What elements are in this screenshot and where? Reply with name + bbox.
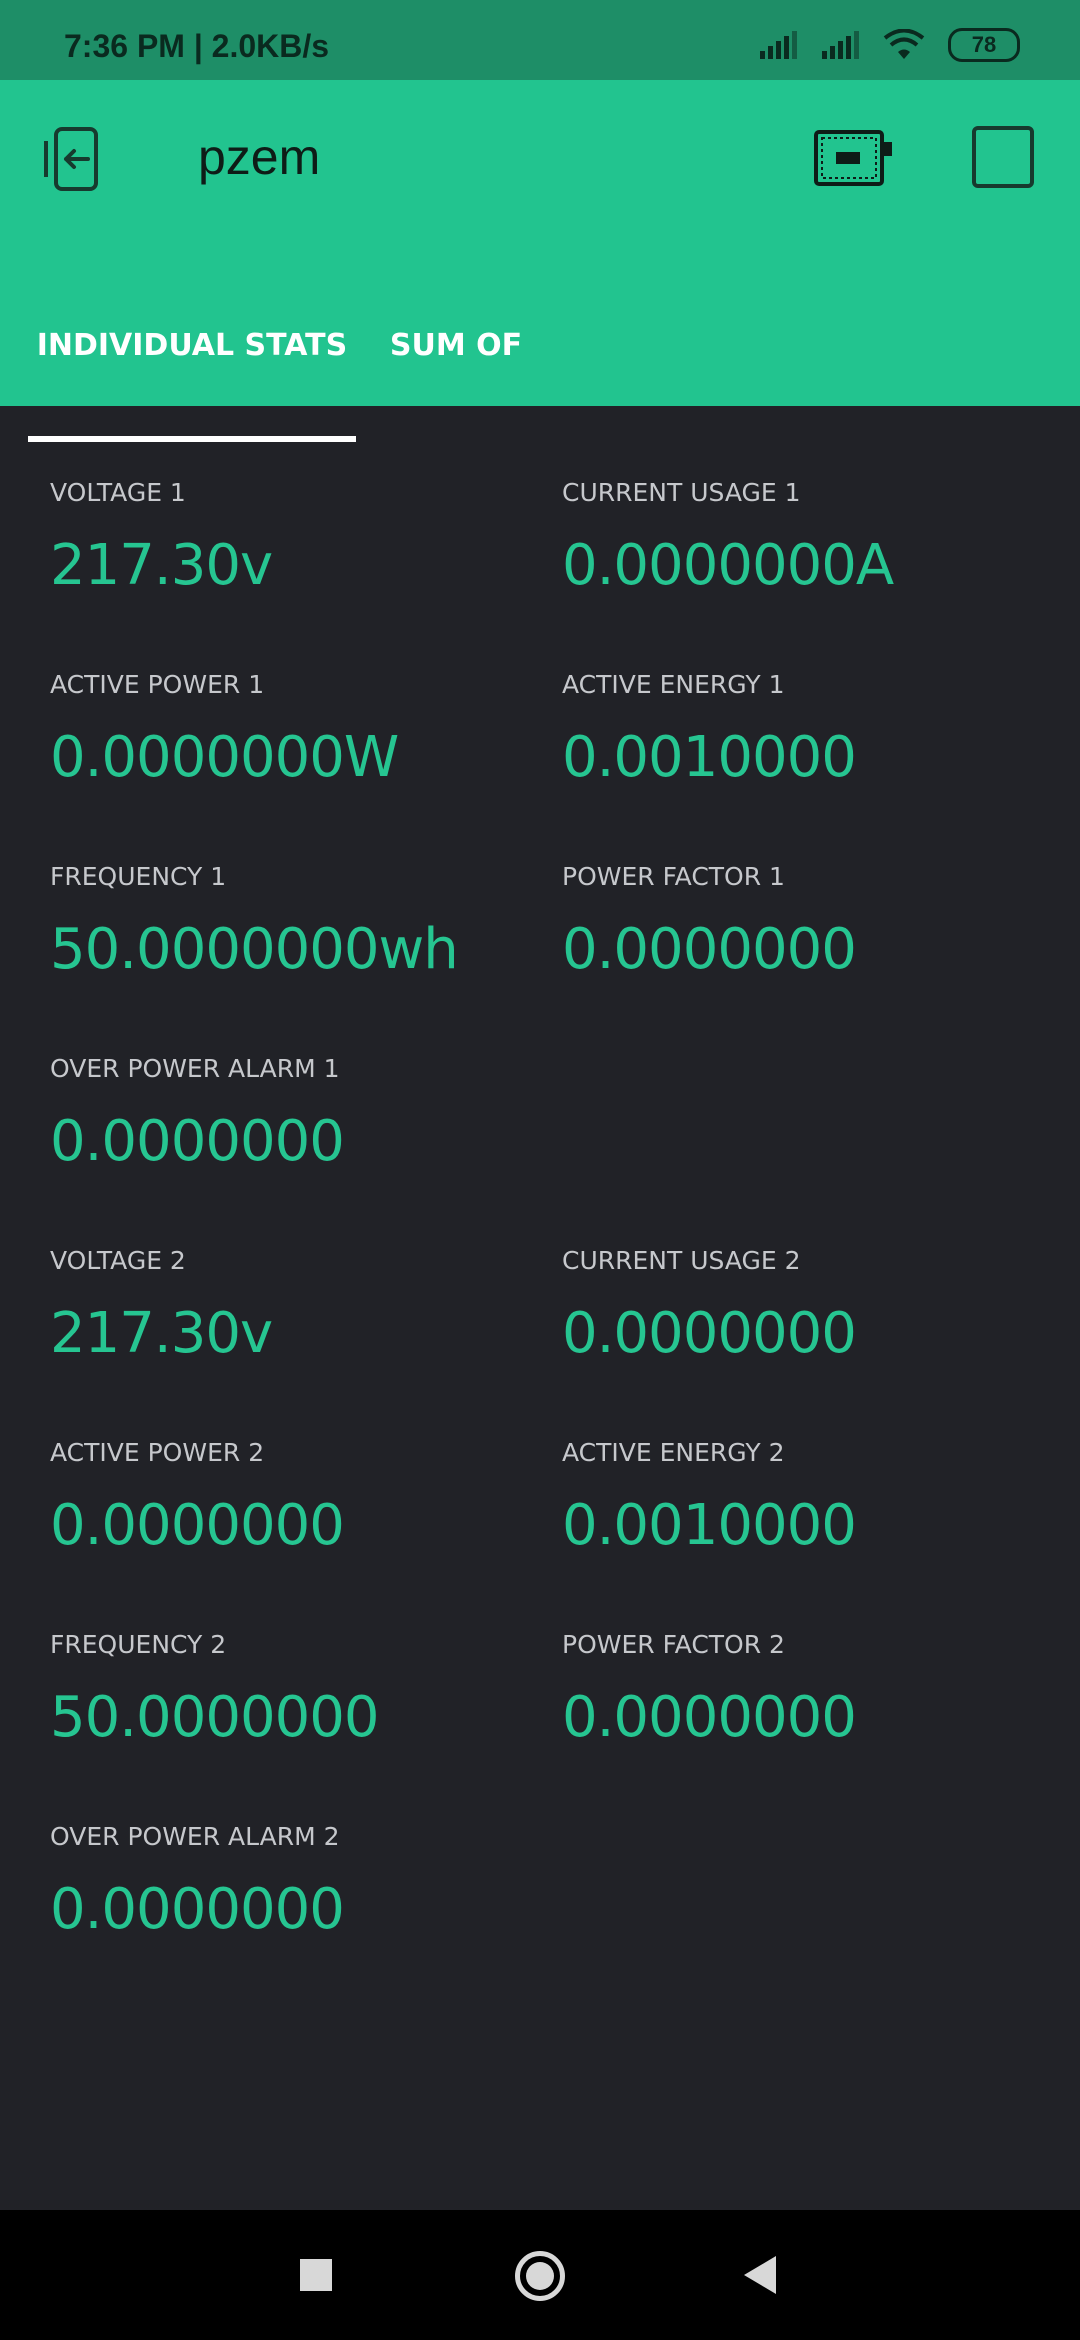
stat-power-factor-1: POWER FACTOR 1 0.0000000 [562,862,1042,1042]
status-bar: 7:36 PM | 2.0KB/s 78 [0,0,1080,80]
wifi-icon [883,29,925,59]
stat-value: 0.0000000 [562,917,857,982]
stat-label: OVER POWER ALARM 2 [50,1822,340,1851]
stat-label: ACTIVE POWER 1 [50,670,265,699]
stat-label: OVER POWER ALARM 1 [50,1054,340,1083]
stat-frequency-2: FREQUENCY 2 50.0000000 [50,1630,530,1810]
stat-active-power-2: ACTIVE POWER 2 0.0000000 [50,1438,530,1618]
stat-value: 0.0000000 [50,1493,345,1558]
stat-label: VOLTAGE 2 [50,1246,186,1275]
stat-value: 0.0010000 [562,725,857,790]
tab-sum-of[interactable]: SUM OF [372,290,540,390]
status-time: 7:36 PM | 2.0KB/s [64,28,330,64]
stat-label: POWER FACTOR 1 [562,862,785,891]
stat-label: ACTIVE POWER 2 [50,1438,265,1467]
stat-over-power-alarm-1: OVER POWER ALARM 1 0.0000000 [50,1054,530,1234]
stat-frequency-1: FREQUENCY 1 50.0000000wh [50,862,530,1042]
stat-label: ACTIVE ENERGY 2 [562,1438,785,1467]
tab-individual-stats[interactable]: INDIVIDUAL STATS [28,290,356,390]
stat-label: CURRENT USAGE 2 [562,1246,801,1275]
stat-active-energy-2: ACTIVE ENERGY 2 0.0010000 [562,1438,1042,1618]
signal-icon [760,31,797,59]
app-title: pzem [198,129,321,185]
battery-icon: 78 [948,28,1020,62]
stat-voltage-2: VOLTAGE 2 217.30v [50,1246,530,1426]
stat-value: 50.0000000wh [50,917,459,982]
square-icon[interactable] [972,126,1034,188]
signal-icon [822,31,859,59]
stat-value: 217.30v [50,533,273,598]
stat-current-usage-2: CURRENT USAGE 2 0.0000000 [562,1246,1042,1426]
device-icon[interactable] [814,128,894,188]
stat-value: 0.0000000 [562,1301,857,1366]
stat-label: ACTIVE ENERGY 1 [562,670,785,699]
app-bar: pzem INDIVIDUAL STATS SUM OF [0,80,1080,442]
stat-value: 50.0000000 [50,1685,379,1750]
stat-label: FREQUENCY 1 [50,862,227,891]
stat-label: POWER FACTOR 2 [562,1630,785,1659]
stat-active-energy-1: ACTIVE ENERGY 1 0.0010000 [562,670,1042,850]
stat-value: 0.0010000 [562,1493,857,1558]
stat-active-power-1: ACTIVE POWER 1 0.0000000W [50,670,530,850]
stat-value: 0.0000000W [50,725,399,790]
system-nav-bar [0,2210,1080,2340]
stat-current-usage-1: CURRENT USAGE 1 0.0000000A [562,478,1042,658]
stat-power-factor-2: POWER FACTOR 2 0.0000000 [562,1630,1042,1810]
stat-label: CURRENT USAGE 1 [562,478,801,507]
recents-icon[interactable] [300,2259,332,2291]
stat-value: 0.0000000A [562,533,894,598]
status-icons: 78 [758,28,1020,62]
back-nav-icon[interactable] [744,2256,776,2294]
stat-over-power-alarm-2: OVER POWER ALARM 2 0.0000000 [50,1822,530,2002]
stat-label: FREQUENCY 2 [50,1630,227,1659]
stat-value: 217.30v [50,1301,273,1366]
tab-bar: INDIVIDUAL STATS SUM OF [0,290,1080,442]
home-icon[interactable] [515,2251,565,2301]
stat-voltage-1: VOLTAGE 1 217.30v [50,478,530,658]
stat-value: 0.0000000 [50,1109,345,1174]
stat-label: VOLTAGE 1 [50,478,186,507]
stat-value: 0.0000000 [50,1877,345,1942]
stat-value: 0.0000000 [562,1685,857,1750]
stats-panel: VOLTAGE 1 217.30v CURRENT USAGE 1 0.0000… [0,406,1080,2210]
back-icon[interactable] [42,125,110,193]
